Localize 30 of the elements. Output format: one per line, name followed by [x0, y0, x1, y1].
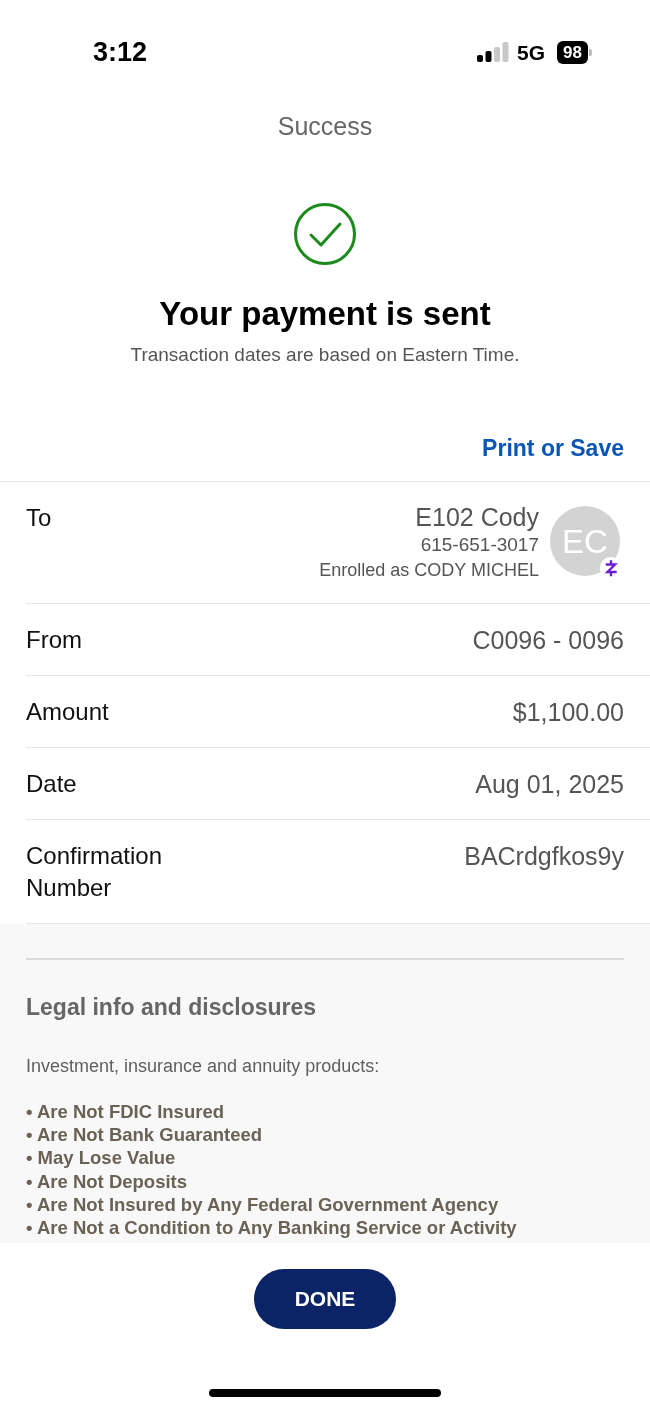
- checkmark-circle-icon: [294, 203, 356, 265]
- disclosure-item: • Are Not Deposits: [26, 1169, 188, 1193]
- print-or-save-link[interactable]: Print or Save: [482, 434, 624, 462]
- signal-icon: [477, 42, 510, 62]
- recipient-phone: 615-651-3017: [420, 533, 539, 557]
- timezone-note: Transaction dates are based on Eastern Time.: [130, 343, 520, 367]
- enrolled-name: Enrolled as CODY MICHEL: [319, 559, 539, 582]
- disclosure-item: • Are Not a Condition to Any Banking Service or Activity: [26, 1216, 518, 1240]
- row-label: Confirmation Number: [26, 841, 164, 903]
- row-value: BACrdgfkos9y: [464, 841, 624, 872]
- page-title: Success: [277, 111, 373, 143]
- row-label: To: [26, 503, 52, 533]
- disclosure-item: • Are Not Insured by Any Federal Government Agency: [26, 1192, 500, 1216]
- done-button[interactable]: DONE: [254, 1269, 396, 1329]
- status-time: 3:12: [93, 38, 148, 66]
- legal-heading: Legal info and disclosures: [26, 993, 318, 1021]
- row-label: Amount: [26, 696, 110, 727]
- recipient-name: E102 Cody: [415, 502, 539, 532]
- disclosure-item: • Are Not Bank Guaranteed: [26, 1123, 264, 1147]
- row-value: C0096 - 0096: [472, 624, 624, 656]
- row-label: Date: [26, 768, 78, 799]
- row-value: Aug 01, 2025: [475, 768, 624, 800]
- disclosure-item: • May Lose Value: [26, 1146, 177, 1170]
- legal-intro: Investment, insurance and annuity products:: [26, 1055, 381, 1078]
- disclosure-item: • Are Not FDIC Insured: [26, 1100, 225, 1124]
- row-label: From: [26, 624, 83, 655]
- network-label: 5G: [517, 41, 546, 63]
- row-value: $1,100.00: [512, 696, 624, 728]
- battery-indicator: 98: [557, 40, 592, 64]
- success-heading: Your payment is sent: [159, 295, 491, 333]
